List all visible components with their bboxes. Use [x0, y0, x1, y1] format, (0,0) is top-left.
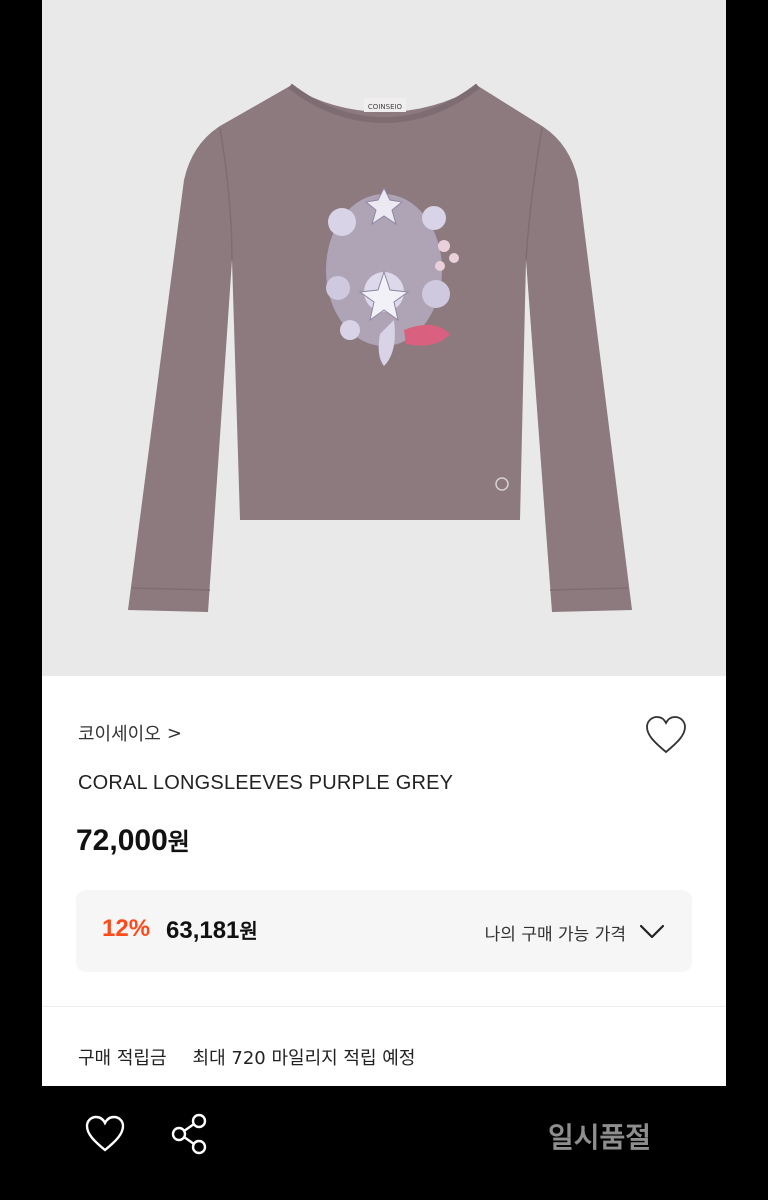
brand-link[interactable]: 코이세이오 > [78, 720, 182, 746]
original-price-value: 72,000 [76, 824, 168, 857]
brand-chevron-right-icon: > [166, 722, 182, 744]
chevron-down-icon[interactable] [638, 920, 666, 942]
original-price-unit: 원 [167, 828, 190, 856]
tshirt-illustration: COINSEIO [128, 83, 632, 612]
discounted-price-unit: 원 [239, 919, 258, 943]
points-row: 구매 적립금 최대 720 마일리지 적립 예정 [78, 1044, 415, 1070]
product-detail-screen: COINSEIO 코이세이오 > CORAL LONGSLEEVES PURPL… [42, 0, 726, 1086]
my-price-label: 나의 구매 가능 가격 [484, 925, 626, 945]
points-label: 구매 적립금 [78, 1048, 167, 1069]
product-image[interactable]: COINSEIO [42, 0, 726, 676]
product-info-section: 코이세이오 > CORAL LONGSLEEVES PURPLE GREY 72… [42, 676, 726, 1086]
section-divider [42, 1006, 726, 1007]
temporarily-sold-out-button[interactable]: 일시품절 [548, 1116, 651, 1156]
neck-label-text: COINSEIO [368, 103, 403, 111]
points-value: 최대 720 마일리지 적립 예정 [192, 1048, 416, 1069]
brand-name: 코이세이오 [78, 724, 161, 745]
product-name: CORAL LONGSLEEVES PURPLE GREY [78, 772, 454, 794]
bottom-action-bar: 일시품절 [0, 1086, 768, 1200]
my-price-dropdown[interactable]: 12% 63,181원 나의 구매 가능 가격 [76, 890, 692, 972]
discount-rate: 12% [102, 915, 151, 942]
discounted-price: 63,181원 [166, 915, 258, 945]
original-price: 72,000원 [76, 822, 190, 858]
like-heart-icon[interactable] [84, 1114, 126, 1154]
discounted-price-value: 63,181 [166, 917, 240, 944]
share-icon[interactable] [168, 1112, 210, 1156]
wishlist-heart-icon[interactable] [644, 714, 688, 756]
